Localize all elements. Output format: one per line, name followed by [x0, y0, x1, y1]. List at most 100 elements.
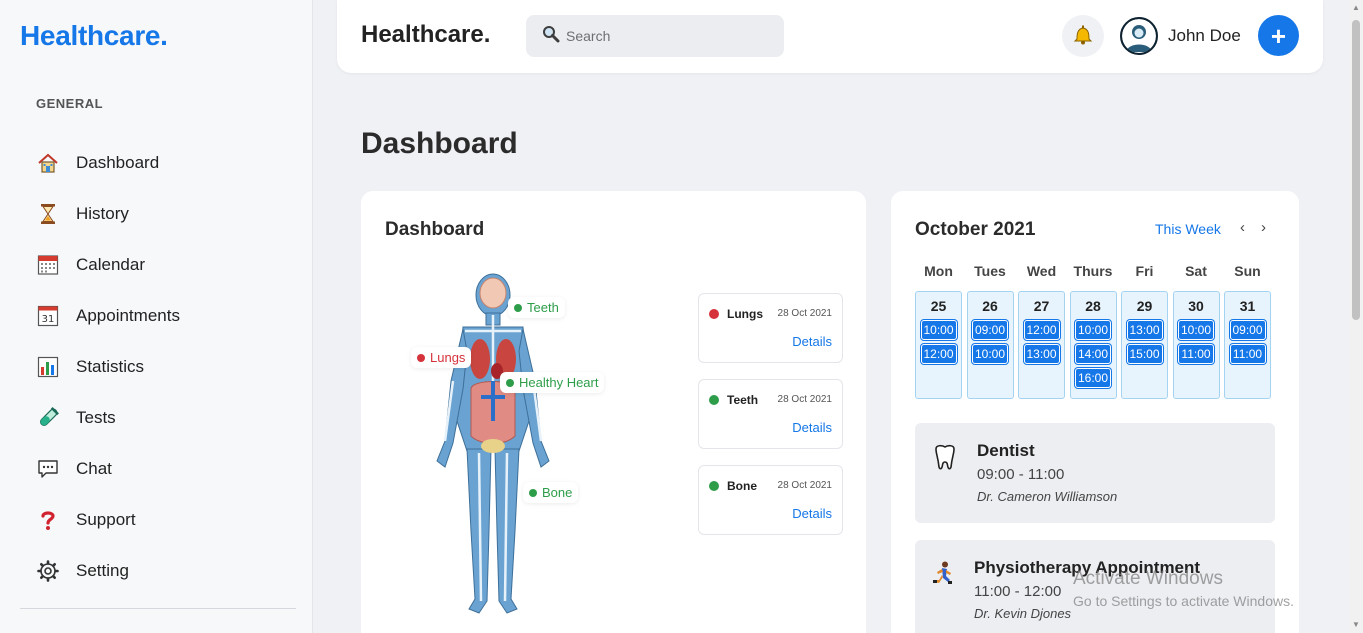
time-slot[interactable]: 09:00 [972, 320, 1008, 340]
week-days: Mon 25 10:00 12:00 Tues 26 09:00 10:00 W… [915, 263, 1275, 399]
appointment-doctor: Dr. Kevin Djones [974, 606, 1072, 621]
day-name: Wed [1026, 263, 1057, 279]
home-icon [36, 151, 60, 175]
time-slot[interactable]: 10:00 [972, 344, 1008, 364]
sidebar-item-label: History [76, 203, 129, 223]
sidebar-item-setting[interactable]: Setting [36, 545, 296, 596]
time-slot[interactable]: 13:00 [1126, 320, 1163, 340]
sidebar-item-chat[interactable]: Chat [36, 443, 296, 494]
anatomy-figure-image [436, 273, 550, 614]
calendar-card: October 2021 This Week ‹ › Mon 25 10:00 … [891, 191, 1299, 633]
sidebar-divider [20, 608, 296, 609]
time-slot[interactable]: 11:00 [1178, 344, 1214, 364]
day-number: 29 [1136, 298, 1153, 314]
body-tag-lungs[interactable]: Lungs [411, 347, 472, 368]
sidebar: Healthcare. GENERAL Dashboard History Ca… [0, 0, 313, 633]
sidebar-item-label: Appointments [76, 305, 180, 325]
tooth-icon [931, 443, 959, 471]
search-box[interactable] [526, 15, 784, 57]
body-tag-label: Lungs [430, 350, 466, 365]
body-tag-heart[interactable]: Healthy Heart [500, 372, 605, 393]
time-slot[interactable]: 11:00 [1229, 344, 1266, 364]
top-bar-title: Healthcare. [361, 21, 491, 48]
app-logo[interactable]: Healthcare. [20, 20, 168, 52]
search-input[interactable] [566, 28, 766, 44]
chevron-right-icon[interactable]: › [1261, 219, 1266, 236]
page-scrollbar[interactable]: ▲ ▼ [1349, 0, 1363, 633]
scrollbar-thumb[interactable] [1352, 20, 1360, 320]
sidebar-item-history[interactable]: History [36, 188, 296, 239]
time-slot[interactable]: 09:00 [1229, 320, 1266, 340]
add-button[interactable]: + [1258, 15, 1299, 56]
running-person-icon [929, 560, 957, 588]
bar-chart-icon [36, 355, 60, 379]
scroll-down-arrow-icon[interactable]: ▼ [1352, 620, 1360, 629]
day-column-tues: Tues 26 09:00 10:00 [966, 263, 1014, 399]
appointment-time: 11:00 - 12:00 [974, 583, 1062, 600]
status-dot [417, 353, 425, 362]
day-column-mon: Mon 25 10:00 12:00 [915, 263, 962, 399]
section-label-general: GENERAL [36, 96, 104, 111]
time-slot[interactable]: 12:00 [1023, 320, 1060, 340]
time-slot[interactable]: 10:00 [1178, 320, 1214, 340]
body-tag-label: Teeth [527, 300, 559, 315]
avatar[interactable] [1120, 17, 1158, 55]
record-name: Lungs [727, 307, 763, 321]
details-link[interactable]: Details [792, 506, 832, 521]
body-tag-bone[interactable]: Bone [523, 482, 579, 503]
appointment-time: 09:00 - 11:00 [977, 466, 1065, 483]
time-slot[interactable]: 16:00 [1075, 368, 1111, 388]
appointment-card-dentist[interactable]: Dentist 09:00 - 11:00 Dr. Cameron Willia… [915, 423, 1275, 523]
day-column-wed: Wed 27 12:00 13:00 [1018, 263, 1065, 399]
day-column-thurs: Thurs 28 10:00 14:00 16:00 [1069, 263, 1117, 399]
this-week-link[interactable]: This Week [1155, 221, 1221, 237]
status-dot [514, 303, 522, 312]
scroll-up-arrow-icon[interactable]: ▲ [1352, 3, 1360, 12]
details-link[interactable]: Details [792, 334, 832, 349]
sidebar-item-appointments[interactable]: 31 Appointments [36, 290, 296, 341]
status-dot [506, 378, 514, 387]
date-icon: 31 [36, 304, 60, 328]
sidebar-item-support[interactable]: Support [36, 494, 296, 545]
details-link[interactable]: Details [792, 420, 832, 435]
chevron-left-icon[interactable]: ‹ [1240, 219, 1245, 236]
day-number: 26 [982, 298, 998, 314]
time-slot[interactable]: 10:00 [920, 320, 957, 340]
sidebar-item-label: Setting [76, 560, 129, 580]
appointment-title: Physiotherapy Appointment [974, 558, 1201, 577]
status-dot [709, 309, 719, 319]
appointment-card-physiotherapy[interactable]: Physiotherapy Appointment 11:00 - 12:00 … [915, 540, 1275, 633]
time-slot[interactable]: 14:00 [1075, 344, 1111, 364]
sidebar-item-statistics[interactable]: Statistics [36, 341, 296, 392]
body-tag-label: Healthy Heart [519, 375, 599, 390]
time-slot[interactable]: 10:00 [1075, 320, 1111, 340]
day-box[interactable]: 28 10:00 14:00 16:00 [1069, 291, 1117, 399]
day-name: Sat [1185, 263, 1207, 279]
sidebar-item-calendar[interactable]: Calendar [36, 239, 296, 290]
sidebar-item-label: Statistics [76, 356, 145, 376]
bell-icon [1072, 23, 1094, 50]
day-name: Tues [974, 263, 1006, 279]
record-date: 28 Oct 2021 [777, 394, 832, 405]
time-slot[interactable]: 13:00 [1023, 344, 1060, 364]
day-box[interactable]: 29 13:00 15:00 [1121, 291, 1168, 399]
day-name: Fri [1135, 263, 1154, 279]
day-box[interactable]: 30 10:00 11:00 [1172, 291, 1220, 399]
day-box[interactable]: 26 09:00 10:00 [966, 291, 1014, 399]
sidebar-item-dashboard[interactable]: Dashboard [36, 137, 296, 188]
day-box[interactable]: 31 09:00 11:00 [1224, 291, 1271, 399]
time-slot[interactable]: 12:00 [920, 344, 957, 364]
day-box[interactable]: 25 10:00 12:00 [915, 291, 962, 399]
record-card-bone: Bone 28 Oct 2021 Details [698, 465, 843, 535]
body-tag-teeth[interactable]: Teeth [508, 297, 565, 318]
notifications-button[interactable] [1062, 15, 1104, 57]
sidebar-item-tests[interactable]: Tests [36, 392, 296, 443]
time-slot[interactable]: 15:00 [1126, 344, 1163, 364]
day-name: Thurs [1073, 263, 1113, 279]
calendar-icon [36, 253, 60, 277]
day-box[interactable]: 27 12:00 13:00 [1018, 291, 1065, 399]
sidebar-item-label: Tests [76, 407, 116, 427]
appointment-title: Dentist [977, 441, 1035, 460]
user-name[interactable]: John Doe [1168, 26, 1241, 46]
day-column-sat: Sat 30 10:00 11:00 [1172, 263, 1220, 399]
